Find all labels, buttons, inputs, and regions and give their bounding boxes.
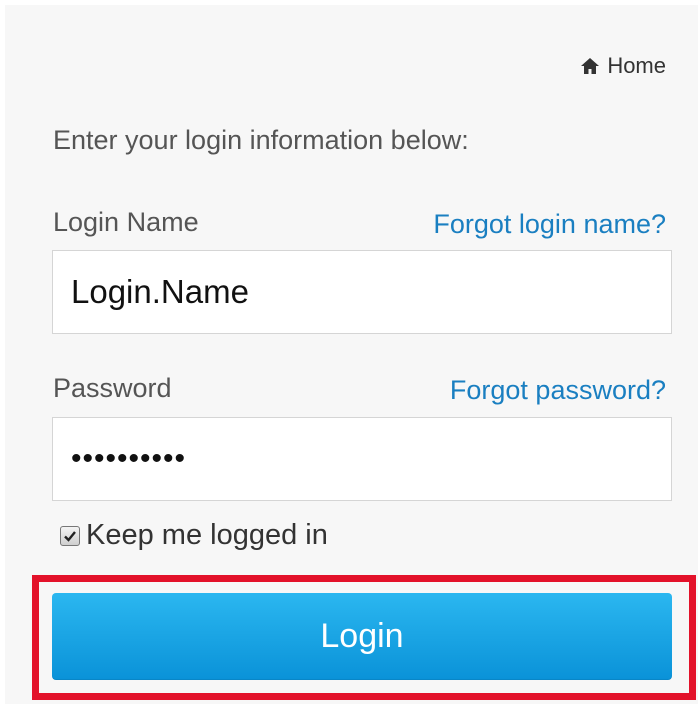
login-name-label: Login Name (53, 207, 199, 237)
password-input[interactable] (52, 417, 672, 501)
login-panel: Home Enter your login information below:… (5, 5, 698, 704)
keep-logged-in-checkbox[interactable] (60, 525, 80, 546)
forgot-password-link[interactable]: Forgot password? (450, 375, 666, 406)
login-button[interactable]: Login (52, 593, 672, 680)
keep-logged-in-label: Keep me logged in (86, 519, 328, 551)
password-label: Password (53, 373, 172, 403)
checkmark-icon (64, 530, 76, 542)
keep-logged-in-option[interactable]: Keep me logged in (60, 519, 328, 552)
home-icon (580, 57, 600, 75)
forgot-login-name-link[interactable]: Forgot login name? (433, 209, 666, 240)
login-name-input[interactable] (52, 250, 672, 334)
home-link-label: Home (607, 53, 666, 78)
home-link[interactable]: Home (580, 53, 666, 79)
login-instructions: Enter your login information below: (53, 125, 469, 155)
